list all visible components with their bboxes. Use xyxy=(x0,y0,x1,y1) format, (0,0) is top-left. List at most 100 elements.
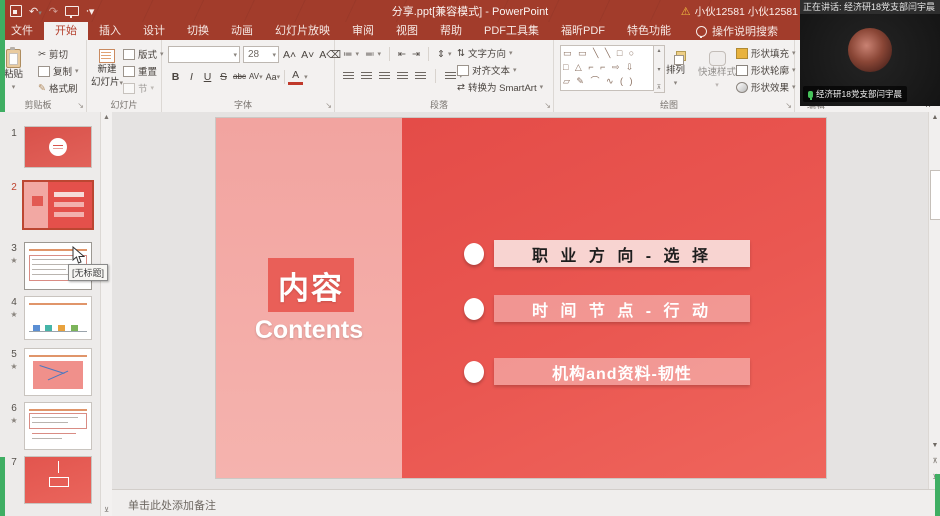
align-right-button[interactable] xyxy=(379,72,390,81)
distribute-button[interactable] xyxy=(415,72,426,81)
scrollbar-thumb[interactable] xyxy=(930,170,940,220)
undo-icon[interactable]: ↶▾ xyxy=(29,5,42,18)
scroll-up-icon[interactable]: ▲ xyxy=(929,112,940,124)
slide-thumbnail-4[interactable] xyxy=(24,296,92,340)
grow-font-button[interactable]: A˄ xyxy=(282,48,297,62)
align-center-button[interactable] xyxy=(361,72,372,81)
font-size-select[interactable]: ▾ xyxy=(243,46,279,63)
font-name-select[interactable]: ▾ xyxy=(168,46,240,63)
quick-styles-button[interactable]: 快速样式 ▾ xyxy=(698,46,736,91)
justify-button[interactable] xyxy=(397,72,408,81)
tab-foxit-pdf[interactable]: 福昕PDF xyxy=(550,22,616,40)
italic-button[interactable]: I xyxy=(184,70,199,84)
shapes-scrollbar[interactable]: ▴▾⊼ xyxy=(654,45,665,93)
slide-item-text: 机构and资料-韧性 xyxy=(494,358,750,385)
arrange-icon xyxy=(669,51,683,64)
slide-bullet-row-3[interactable]: 机构and资料-韧性 xyxy=(464,358,750,385)
new-slide-button[interactable]: 新建 幻灯片▾ xyxy=(91,44,123,89)
customize-qat-icon[interactable]: ⸱▾ xyxy=(86,4,94,19)
account-info[interactable]: ⚠ 小伙12581 小伙12581 xyxy=(681,0,798,22)
notes-pane[interactable]: 单击此处添加备注 xyxy=(112,489,940,516)
copy-button[interactable]: 复制▾ xyxy=(38,64,79,78)
main-scrollbar[interactable]: ▲ ▼ ⊼ ⊻ xyxy=(928,112,940,489)
decrease-indent-button[interactable]: ⇤ xyxy=(398,49,406,60)
title-bar: ↶▾ ↷ ⸱▾ 分享.ppt[兼容模式] - PowerPoint ⚠ 小伙12… xyxy=(0,0,940,22)
scroll-down-icon[interactable]: ▼ xyxy=(929,440,940,452)
save-icon[interactable] xyxy=(10,5,22,17)
slide-thumbnail-7[interactable] xyxy=(24,456,92,504)
scroll-down-icon[interactable]: ⊻ xyxy=(104,506,109,514)
slide-bullet-row-1[interactable]: 职 业 方 向 - 选 择 xyxy=(464,240,750,267)
line-spacing-button[interactable]: ⇕▾ xyxy=(437,49,451,60)
tab-animations[interactable]: 动画 xyxy=(220,22,264,40)
arrange-button[interactable]: 排列 ▾ xyxy=(666,46,685,89)
shape-outline-button[interactable]: 形状轮廓▾ xyxy=(736,63,796,77)
thumb-number-2: 2 xyxy=(7,182,21,193)
group-label-drawing: 绘图 xyxy=(554,98,784,111)
numbering-button[interactable]: ≕▾ xyxy=(365,49,381,60)
slide-title-en[interactable]: Contents xyxy=(216,316,402,345)
tab-transitions[interactable]: 切换 xyxy=(176,22,220,40)
layout-button[interactable]: 版式▾ xyxy=(123,47,164,61)
section-icon xyxy=(123,83,135,94)
slide-thumbnail-5[interactable] xyxy=(24,348,92,396)
previous-slide-button[interactable]: ⊼ xyxy=(929,456,940,468)
group-font: ▾ ▾ A˄ A˅ A⌫ B I U S abc AV▾ Aa▾ A xyxy=(162,40,335,112)
tab-insert[interactable]: 插入 xyxy=(88,22,132,40)
dialog-launcher-icon[interactable]: ↘ xyxy=(544,101,551,110)
thumbnail-scrollbar[interactable]: ▲ ⊻ xyxy=(100,112,112,516)
strikethrough-button[interactable]: S xyxy=(216,70,231,84)
thumb-number-1: 1 xyxy=(7,128,21,139)
text-direction-button[interactable]: ⇅文字方向▾ xyxy=(457,46,513,60)
meeting-video-overlay[interactable]: 正在讲话: 经济研18党支部闫宇晨 经济研18党支部闫宇晨 xyxy=(800,0,940,106)
tab-design[interactable]: 设计 xyxy=(132,22,176,40)
tab-slideshow[interactable]: 幻灯片放映 xyxy=(264,22,341,40)
slide-thumbnail-1[interactable] xyxy=(24,126,92,168)
align-left-button[interactable] xyxy=(343,72,354,81)
slide-bullet-row-2[interactable]: 时 间 节 点 - 行 动 xyxy=(464,295,750,322)
format-painter-button[interactable]: ✎格式刷 xyxy=(38,81,77,95)
text-shadow-button[interactable]: abc xyxy=(232,70,247,84)
tab-file[interactable]: 文件 xyxy=(0,22,44,40)
slide-thumbnail-2-selected[interactable] xyxy=(22,180,94,230)
change-case-button[interactable]: Aa▾ xyxy=(265,70,282,84)
shape-effects-button[interactable]: 形状效果▾ xyxy=(736,80,796,94)
reset-button[interactable]: 重置 xyxy=(123,64,157,78)
increase-indent-button[interactable]: ⇥ xyxy=(412,49,420,60)
paste-button[interactable]: 粘贴 ▾ xyxy=(4,44,23,93)
tab-view[interactable]: 视图 xyxy=(385,22,429,40)
tab-help[interactable]: 帮助 xyxy=(429,22,473,40)
dialog-launcher-icon[interactable]: ↘ xyxy=(77,101,84,110)
shrink-font-button[interactable]: A˅ xyxy=(300,48,315,62)
current-slide[interactable]: 内容 Contents 职 业 方 向 - 选 择 时 间 节 点 - 行 动 … xyxy=(216,118,826,478)
scroll-up-icon[interactable]: ▲ xyxy=(103,114,110,121)
tell-me-search[interactable]: 操作说明搜索 xyxy=(696,22,778,40)
tab-pdf-tools[interactable]: PDF工具集 xyxy=(473,22,550,40)
redo-icon[interactable]: ↷ xyxy=(49,5,58,18)
shapes-gallery[interactable]: ▭ ▭ ╲ ╲ □ ○ □ △ ⌐ ⌐ ⇨ ⇩ ▱ ✎ ⌒ ∿ ( ) xyxy=(560,45,654,91)
shape-fill-button[interactable]: 形状填充▾ xyxy=(736,46,796,60)
dialog-launcher-icon[interactable]: ↘ xyxy=(325,101,332,110)
start-slideshow-icon[interactable] xyxy=(65,6,79,16)
bold-button[interactable]: B xyxy=(168,70,183,84)
font-color-button[interactable]: A xyxy=(288,68,303,85)
video-tile[interactable]: 经济研18党支部闫宇晨 xyxy=(800,14,940,106)
slide-thumbnail-6[interactable] xyxy=(24,402,92,450)
tab-review[interactable]: 审阅 xyxy=(341,22,385,40)
cut-button[interactable]: ✂剪切 xyxy=(38,47,68,61)
align-text-button[interactable]: 对齐文本▾ xyxy=(457,63,517,77)
tab-home[interactable]: 开始 xyxy=(44,22,88,40)
group-label-slides: 幻灯片 xyxy=(87,98,161,111)
participant-avatar xyxy=(848,28,892,72)
bullet-dot-icon xyxy=(464,361,484,383)
font-size-value[interactable] xyxy=(246,48,272,61)
slide-title-cn[interactable]: 内容 xyxy=(268,258,354,312)
tab-special-features[interactable]: 特色功能 xyxy=(616,22,682,40)
section-button[interactable]: 节▾ xyxy=(123,81,154,95)
editing-canvas[interactable]: 内容 Contents 职 业 方 向 - 选 择 时 间 节 点 - 行 动 … xyxy=(112,112,928,489)
underline-button[interactable]: U xyxy=(200,70,215,84)
character-spacing-button[interactable]: AV▾ xyxy=(248,70,264,84)
convert-smartart-button[interactable]: ⇄转换为 SmartArt▾ xyxy=(457,80,543,94)
bullets-button[interactable]: ≔▾ xyxy=(343,49,359,60)
group-label-clipboard: 剪贴板 xyxy=(0,98,76,111)
